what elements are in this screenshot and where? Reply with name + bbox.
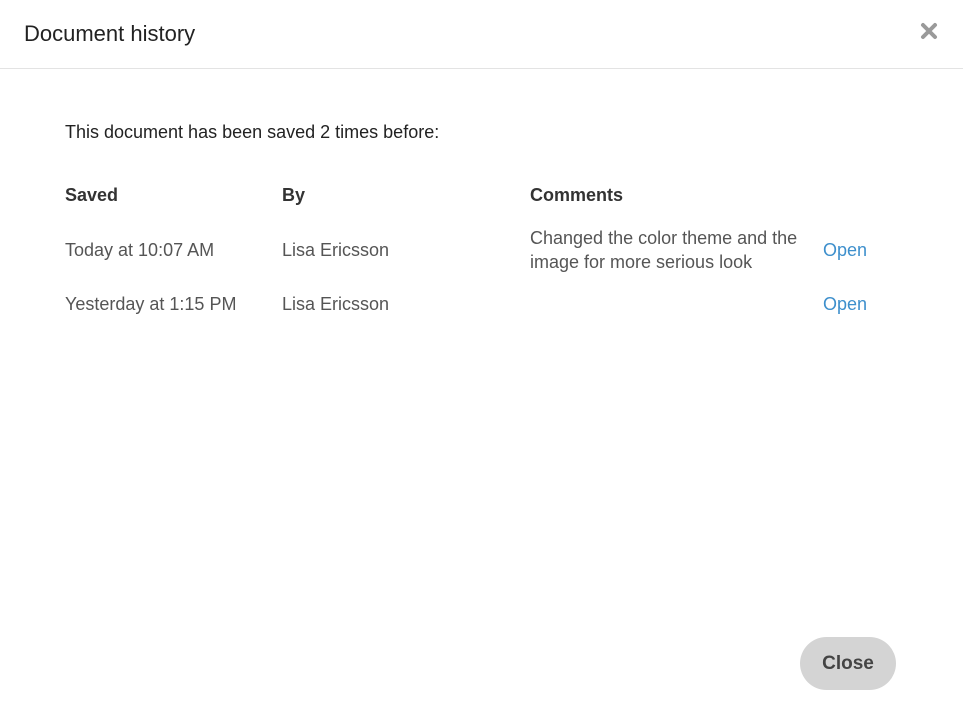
saved-by: Lisa Ericsson: [282, 240, 390, 260]
dialog-header: Document history: [0, 0, 963, 69]
dialog-title: Document history: [24, 21, 196, 46]
open-version-link[interactable]: Open: [823, 238, 867, 262]
column-header-saved: Saved: [65, 185, 119, 205]
history-intro-text: This document has been saved 2 times bef…: [65, 122, 440, 142]
close-button[interactable]: Close: [800, 637, 896, 690]
save-comment: Changed the color theme and the image fo…: [530, 228, 798, 272]
open-version-link[interactable]: Open: [823, 292, 867, 316]
saved-by: Lisa Ericsson: [282, 294, 390, 314]
column-header-comments: Comments: [530, 185, 624, 205]
column-header-by: By: [282, 185, 306, 205]
saved-date: Today at 10:07 AM: [65, 240, 215, 260]
close-icon[interactable]: [918, 20, 940, 42]
saved-date: Yesterday at 1:15 PM: [65, 294, 237, 314]
document-history-dialog: Document history This document has been …: [0, 0, 963, 723]
